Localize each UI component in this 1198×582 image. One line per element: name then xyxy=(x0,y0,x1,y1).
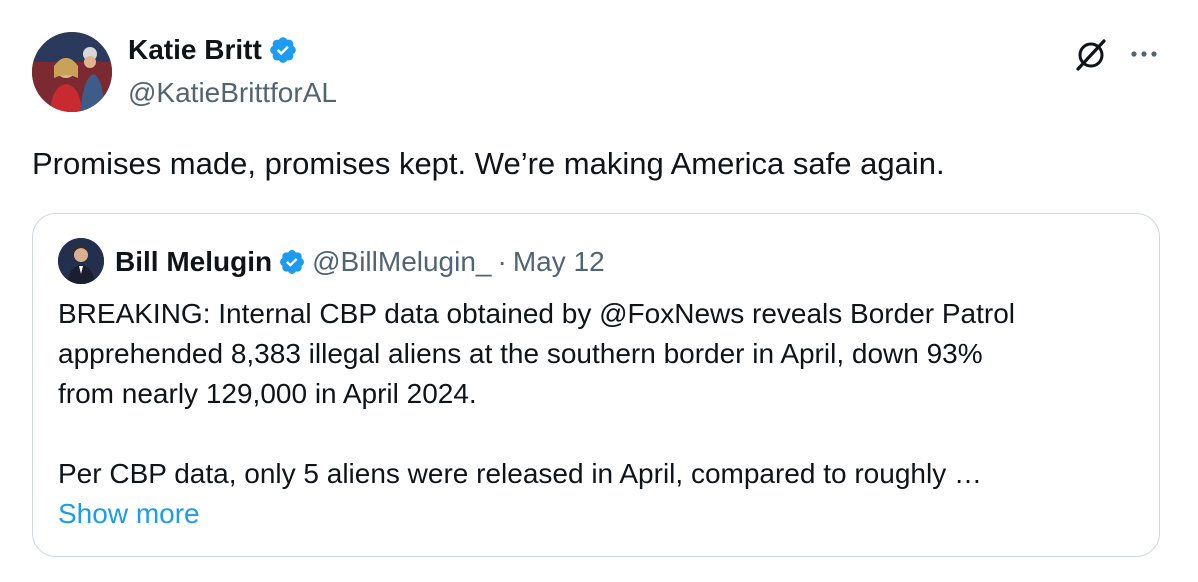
tweet-text: Promises made, promises kept. We’re maki… xyxy=(32,146,945,181)
quoted-text-line: BREAKING: Internal CBP data obtained by … xyxy=(58,298,1016,329)
quoted-tweet[interactable]: Bill Melugin @BillMelugin_ · May 12 BREA… xyxy=(32,213,1160,557)
quoted-author-handle[interactable]: @BillMelugin_ xyxy=(312,242,491,282)
quoted-text-line: from nearly 129,000 in April 2024. xyxy=(58,378,477,409)
grok-icon[interactable] xyxy=(1072,36,1110,74)
quoted-text: BREAKING: Internal CBP data obtained by … xyxy=(58,294,1138,534)
author-name[interactable]: Katie Britt xyxy=(128,30,262,70)
quoted-avatar-image xyxy=(58,238,104,284)
author-name-row[interactable]: Katie Britt xyxy=(128,30,298,70)
author-avatar[interactable] xyxy=(32,32,112,112)
quoted-text-line: apprehended 8,383 illegal aliens at the … xyxy=(58,338,983,369)
quoted-text-line: Per CBP data, only 5 aliens were release… xyxy=(58,458,982,489)
author-avatar-image xyxy=(32,32,112,112)
show-more-link[interactable]: Show more xyxy=(58,494,1138,534)
quoted-author-avatar[interactable] xyxy=(58,238,104,284)
more-options-icon[interactable] xyxy=(1124,36,1164,72)
separator-dot: · xyxy=(497,246,507,277)
verified-badge-icon xyxy=(269,37,296,63)
author-handle[interactable]: @KatieBrittforAL xyxy=(128,74,337,112)
quoted-date[interactable]: May 12 xyxy=(513,242,605,282)
quoted-header: Bill Melugin @BillMelugin_ · May 12 xyxy=(115,242,605,282)
verified-badge-icon xyxy=(280,250,305,274)
quoted-author-name[interactable]: Bill Melugin xyxy=(115,242,272,282)
